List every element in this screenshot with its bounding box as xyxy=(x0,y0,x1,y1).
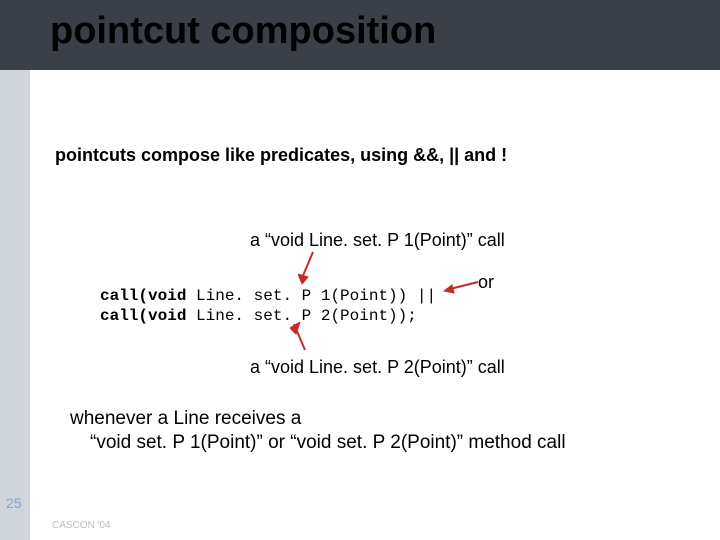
left-sidebar xyxy=(0,0,30,540)
annotation-bottom: a “void Line. set. P 2(Point)” call xyxy=(250,357,505,378)
explanation-line2: “void set. P 1(Point)” or “void set. P 2… xyxy=(90,432,566,454)
code-block: call(void Line. set. P 1(Point)) || call… xyxy=(100,286,436,326)
footer-text: CASCON '04 xyxy=(52,520,111,531)
code-keyword: call(void xyxy=(100,307,186,325)
explanation-line1: whenever a Line receives a xyxy=(70,408,301,430)
code-line1-rest: Line. set. P 1(Point)) || xyxy=(186,287,436,305)
arrow-bottom xyxy=(290,322,320,358)
page-number: 25 xyxy=(6,495,22,511)
annotation-top: a “void Line. set. P 1(Point)” call xyxy=(250,230,505,251)
arrow-top xyxy=(298,250,328,286)
slide-title: pointcut composition xyxy=(50,10,436,53)
slide-subtitle: pointcuts compose like predicates, using… xyxy=(55,145,507,166)
code-keyword: call(void xyxy=(100,287,186,305)
arrow-or xyxy=(442,278,482,294)
